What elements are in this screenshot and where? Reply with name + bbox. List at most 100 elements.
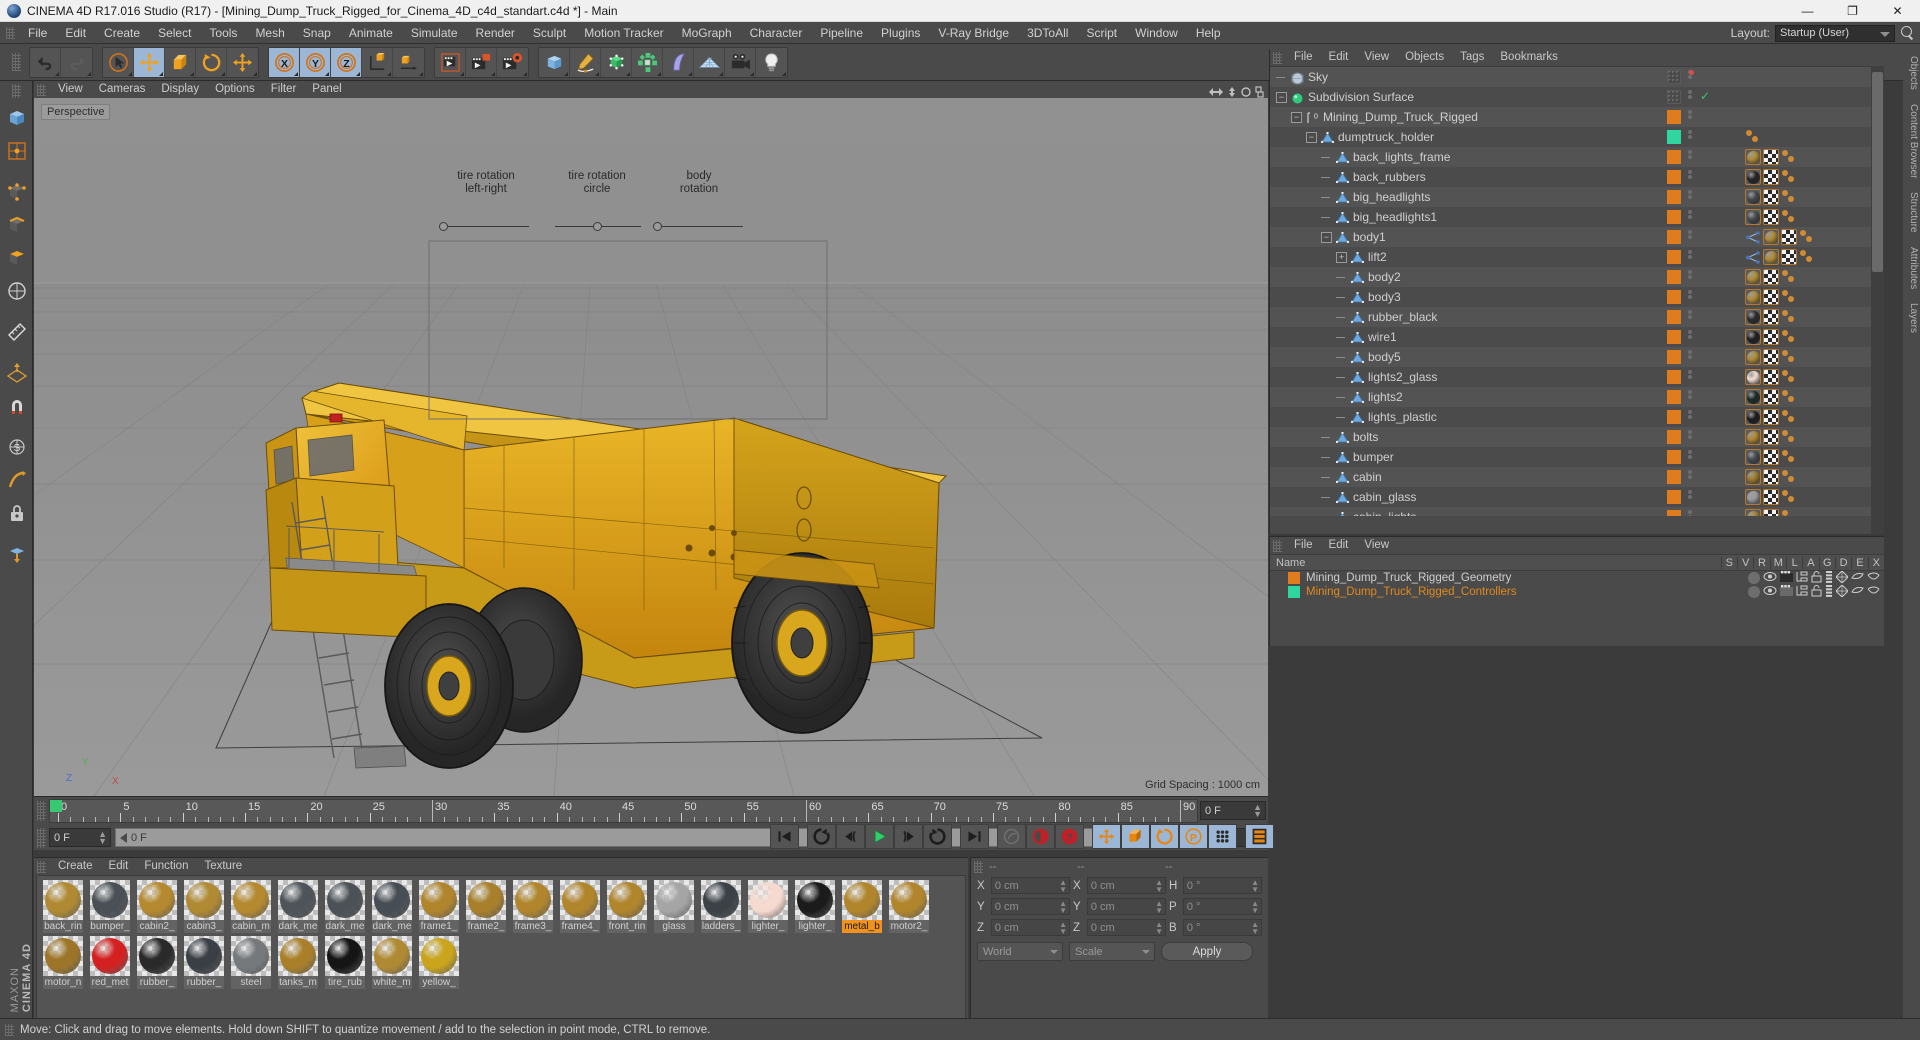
- material-swatch[interactable]: cabin_m: [231, 880, 271, 933]
- close-button[interactable]: ✕: [1875, 0, 1920, 22]
- mograph-button[interactable]: [632, 47, 663, 77]
- menu-item-character[interactable]: Character: [741, 22, 812, 44]
- coord-position-input[interactable]: 0 cm ▲ ▼: [990, 919, 1070, 936]
- material-tag[interactable]: [1745, 429, 1761, 445]
- menu-item-edit[interactable]: Edit: [56, 22, 95, 44]
- y-axis-button[interactable]: Y: [300, 47, 331, 77]
- flyout-corner-icon[interactable]: [325, 71, 329, 76]
- layer-row[interactable]: Mining_Dump_Truck_Rigged_Controllers: [1270, 583, 1884, 599]
- dock-tab-layers[interactable]: Layers: [1903, 296, 1920, 340]
- layer-color-chip[interactable]: [1667, 130, 1681, 144]
- timeline-ruler[interactable]: 0 5 10 15 20 25 30 35 40 45 50 55 60 65 70 75 80 85 90: [49, 798, 1198, 823]
- point-cache-tag[interactable]: [1799, 229, 1815, 245]
- object-row[interactable]: − Subdivision Surface ✓: [1270, 87, 1884, 107]
- coordinate-system-select[interactable]: World: [977, 942, 1063, 961]
- material-tag[interactable]: [1745, 409, 1761, 425]
- x-axis-button[interactable]: X: [269, 47, 300, 77]
- points-mode-button[interactable]: [1, 176, 32, 207]
- point-cache-tag[interactable]: [1781, 389, 1797, 405]
- object-row[interactable]: lights_plastic: [1270, 407, 1884, 427]
- panel-grip-icon[interactable]: [37, 827, 46, 848]
- menu-item-render[interactable]: Render: [467, 22, 524, 44]
- uvw-tag[interactable]: [1763, 189, 1779, 205]
- material-grid[interactable]: back_rin bumper_ cabin2_ cabin3_ cabin_m dark…: [36, 875, 966, 1019]
- panel-grip-icon[interactable]: [37, 860, 46, 873]
- object-row[interactable]: big_headlights: [1270, 187, 1884, 207]
- material-tag[interactable]: [1763, 249, 1779, 265]
- point-cache-tag[interactable]: [1799, 249, 1815, 265]
- menu-item-select[interactable]: Select: [149, 22, 200, 44]
- menu-item-help[interactable]: Help: [1187, 22, 1230, 44]
- layer-col-r[interactable]: R: [1753, 556, 1769, 569]
- material-swatch[interactable]: rubber_: [184, 936, 224, 989]
- point-cache-tag[interactable]: [1781, 149, 1797, 165]
- menu-item-file[interactable]: File: [19, 22, 56, 44]
- flyout-corner-icon[interactable]: [253, 71, 257, 76]
- layer-render-icon[interactable]: [1780, 585, 1793, 599]
- panel-grip-icon[interactable]: [11, 84, 21, 98]
- rotation-key-button[interactable]: [1150, 824, 1179, 849]
- material-swatch[interactable]: lighter_: [748, 880, 788, 933]
- layer-manager-icon[interactable]: [1796, 585, 1808, 599]
- layer-color-chip[interactable]: [1667, 510, 1681, 516]
- live-selection-button[interactable]: [103, 47, 134, 77]
- layer-deformer-icon[interactable]: [1851, 585, 1864, 599]
- layer-manager-icon[interactable]: [1796, 571, 1808, 585]
- point-cache-tag[interactable]: [1781, 349, 1797, 365]
- uvw-tag[interactable]: [1763, 309, 1779, 325]
- material-tag[interactable]: [1745, 449, 1761, 465]
- visibility-dots-icon[interactable]: [1688, 370, 1693, 384]
- om-menu-view[interactable]: View: [1356, 49, 1397, 66]
- material-swatch[interactable]: metal_b: [842, 880, 882, 933]
- menu-item-animate[interactable]: Animate: [340, 22, 402, 44]
- material-swatch[interactable]: frame2_: [466, 880, 506, 933]
- uvw-tag[interactable]: [1763, 169, 1779, 185]
- spinner-icon[interactable]: ▲▼: [1251, 879, 1259, 894]
- layout-select[interactable]: Startup (User): [1775, 24, 1895, 42]
- forward-loop-button[interactable]: [923, 824, 952, 849]
- expand-icon[interactable]: +: [1336, 251, 1347, 263]
- viewport-menu-panel[interactable]: Panel: [304, 81, 349, 98]
- layer-color-chip[interactable]: [1667, 430, 1681, 444]
- material-swatch[interactable]: cabin3_: [184, 880, 224, 933]
- position-key-button[interactable]: [1092, 824, 1121, 849]
- layer-color-chip[interactable]: [1667, 350, 1681, 364]
- visibility-editor-dot[interactable]: [1689, 70, 1694, 75]
- object-row[interactable]: back_rubbers: [1270, 167, 1884, 187]
- visibility-dots-icon[interactable]: [1688, 270, 1693, 284]
- layer-expression-icon[interactable]: [1867, 585, 1880, 599]
- spinner-icon[interactable]: ▲▼: [1251, 900, 1259, 915]
- flyout-corner-icon[interactable]: [128, 71, 132, 76]
- record-active-objects-button[interactable]: [1026, 824, 1055, 849]
- material-swatch[interactable]: dark_me: [278, 880, 318, 933]
- render-to-picture-viewer-button[interactable]: [466, 47, 497, 77]
- panel-grip-icon[interactable]: [12, 53, 21, 71]
- layer-solo-icon[interactable]: [1748, 572, 1760, 584]
- coordinate-mode-select[interactable]: Scale: [1069, 942, 1155, 961]
- material-tag[interactable]: [1745, 469, 1761, 485]
- flyout-corner-icon[interactable]: [419, 71, 423, 76]
- undo-button[interactable]: [30, 47, 61, 77]
- primitive-cube-button[interactable]: [539, 47, 570, 77]
- modeling-axis-button[interactable]: S: [1, 431, 32, 462]
- menu-item-motion-tracker[interactable]: Motion Tracker: [575, 22, 672, 44]
- layer-deformer-icon[interactable]: [1851, 571, 1864, 585]
- layer-generator-icon[interactable]: [1835, 569, 1849, 586]
- visibility-dots-icon[interactable]: [1688, 130, 1693, 144]
- viewport-menu-display[interactable]: Display: [153, 81, 207, 98]
- visibility-dots-icon[interactable]: [1688, 510, 1693, 516]
- point-level-animation-button[interactable]: [1208, 824, 1237, 849]
- dynamic-place-button[interactable]: [227, 48, 258, 77]
- layer-color-chip[interactable]: [1667, 290, 1681, 304]
- material-swatch[interactable]: motor_n: [43, 936, 83, 989]
- panel-grip-icon[interactable]: [37, 83, 46, 96]
- timeline-playhead[interactable]: [50, 799, 62, 812]
- snap-button[interactable]: [1, 390, 32, 421]
- uvw-tag[interactable]: [1781, 249, 1797, 265]
- flyout-corner-icon[interactable]: [491, 71, 495, 76]
- uvw-tag[interactable]: [1781, 229, 1797, 245]
- move-button[interactable]: [134, 47, 165, 77]
- layer-lock-icon[interactable]: [1811, 570, 1822, 586]
- material-swatch[interactable]: lighter_: [795, 880, 835, 933]
- layer-color-chip[interactable]: [1667, 70, 1681, 84]
